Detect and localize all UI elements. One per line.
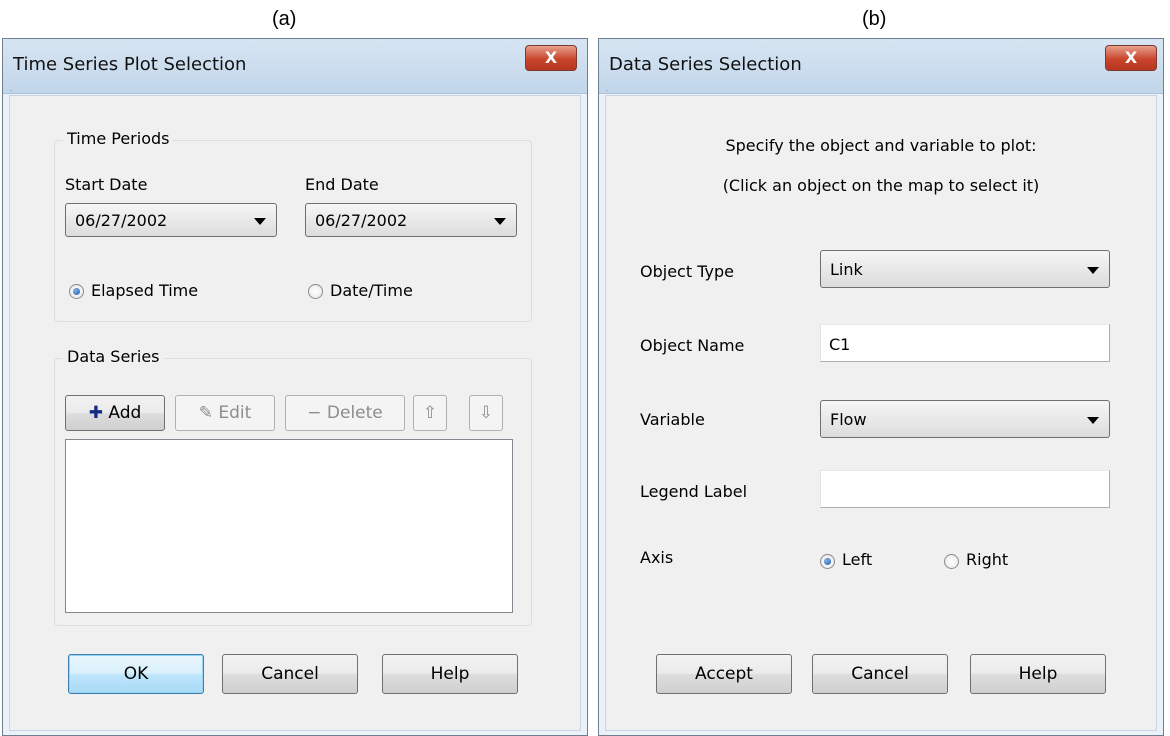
edit-pencil-icon: ✎ bbox=[198, 403, 213, 423]
close-icon: X bbox=[544, 48, 558, 67]
dialog-title: Time Series Plot Selection bbox=[13, 54, 247, 75]
end-date-value: 06/27/2002 bbox=[315, 211, 408, 230]
edit-label: Edit bbox=[218, 403, 252, 423]
variable-value: Flow bbox=[830, 410, 867, 429]
object-type-value: Link bbox=[830, 260, 863, 279]
object-type-label: Object Type bbox=[640, 262, 734, 281]
title-bar[interactable]: Data Series Selection X bbox=[599, 39, 1163, 94]
chevron-down-icon bbox=[494, 218, 506, 225]
minus-icon: − bbox=[307, 403, 322, 423]
legend-label-label: Legend Label bbox=[640, 482, 748, 501]
close-icon: X bbox=[1124, 48, 1138, 67]
object-type-dropdown[interactable]: Link bbox=[820, 250, 1110, 288]
start-date-label: Start Date bbox=[65, 175, 148, 194]
data-series-selection-dialog: Data Series Selection X ⠁ Specify the ob… bbox=[598, 38, 1164, 736]
start-date-dropdown[interactable]: 06/27/2002 bbox=[65, 203, 277, 237]
variable-dropdown[interactable]: Flow bbox=[820, 400, 1110, 438]
ok-label: OK bbox=[123, 664, 149, 684]
cancel-button[interactable]: Cancel bbox=[222, 654, 358, 694]
caption-a: (a) bbox=[272, 8, 297, 30]
time-periods-legend: Time Periods bbox=[63, 129, 174, 148]
accept-button[interactable]: Accept bbox=[656, 654, 792, 694]
arrow-up-icon: ⇧ bbox=[422, 403, 438, 423]
instruction-line-1: Specify the object and variable to plot: bbox=[725, 136, 1037, 155]
axis-right-radio[interactable] bbox=[944, 554, 959, 569]
time-periods-group: Time Periods Start Date End Date 06/27/2… bbox=[54, 129, 532, 322]
cancel-button[interactable]: Cancel bbox=[812, 654, 948, 694]
time-series-plot-dialog: Time Series Plot Selection X ⠁ Time Peri… bbox=[2, 38, 588, 736]
caption-b: (b) bbox=[862, 8, 887, 30]
move-up-button[interactable]: ⇧ bbox=[413, 395, 447, 431]
ok-button[interactable]: OK bbox=[68, 654, 204, 694]
close-button[interactable]: X bbox=[1105, 45, 1157, 71]
data-series-group: Data Series ✚ Add ✎ Edit − Delete ⇧ ⇩ bbox=[54, 347, 532, 626]
cancel-label: Cancel bbox=[851, 664, 909, 684]
add-label: Add bbox=[108, 403, 142, 423]
instruction-line-2: (Click an object on the map to select it… bbox=[722, 176, 1040, 195]
axis-left-radio[interactable] bbox=[820, 554, 835, 569]
axis-right-label[interactable]: Right bbox=[966, 550, 1008, 569]
variable-label: Variable bbox=[640, 410, 705, 429]
date-time-radio[interactable] bbox=[308, 284, 323, 299]
object-name-value: C1 bbox=[829, 335, 851, 354]
delete-label: Delete bbox=[326, 403, 383, 423]
axis-left-label[interactable]: Left bbox=[842, 550, 872, 569]
radio-selected-dot bbox=[73, 288, 80, 295]
help-button[interactable]: Help bbox=[970, 654, 1106, 694]
radio-selected-dot bbox=[824, 558, 831, 565]
legend-label-input[interactable] bbox=[820, 470, 1110, 508]
object-name-label: Object Name bbox=[640, 336, 745, 355]
chevron-down-icon bbox=[254, 218, 266, 225]
accept-label: Accept bbox=[695, 664, 753, 684]
help-button[interactable]: Help bbox=[382, 654, 518, 694]
plus-icon: ✚ bbox=[88, 403, 103, 423]
chevron-down-icon bbox=[1087, 417, 1099, 424]
start-date-value: 06/27/2002 bbox=[75, 211, 168, 230]
arrow-down-icon: ⇩ bbox=[478, 403, 494, 423]
dialog-title: Data Series Selection bbox=[609, 54, 802, 75]
help-label: Help bbox=[1018, 664, 1058, 684]
close-button[interactable]: X bbox=[525, 45, 577, 71]
elapsed-time-radio[interactable] bbox=[69, 284, 84, 299]
elapsed-time-label[interactable]: Elapsed Time bbox=[91, 281, 198, 300]
move-down-button[interactable]: ⇩ bbox=[469, 395, 503, 431]
delete-button[interactable]: − Delete bbox=[285, 395, 405, 431]
data-series-legend: Data Series bbox=[63, 347, 164, 366]
edit-button[interactable]: ✎ Edit bbox=[175, 395, 275, 431]
data-series-list[interactable] bbox=[65, 439, 513, 613]
title-bar[interactable]: Time Series Plot Selection X bbox=[3, 39, 587, 94]
object-name-input[interactable]: C1 bbox=[820, 324, 1110, 362]
cancel-label: Cancel bbox=[261, 664, 319, 684]
end-date-label: End Date bbox=[305, 175, 379, 194]
chevron-down-icon bbox=[1087, 267, 1099, 274]
add-button[interactable]: ✚ Add bbox=[65, 395, 165, 431]
dialog-client: Specify the object and variable to plot:… bbox=[605, 95, 1157, 731]
help-label: Help bbox=[430, 664, 470, 684]
date-time-label[interactable]: Date/Time bbox=[330, 281, 413, 300]
end-date-dropdown[interactable]: 06/27/2002 bbox=[305, 203, 517, 237]
axis-label: Axis bbox=[640, 548, 674, 567]
dialog-client: Time Periods Start Date End Date 06/27/2… bbox=[9, 95, 581, 731]
